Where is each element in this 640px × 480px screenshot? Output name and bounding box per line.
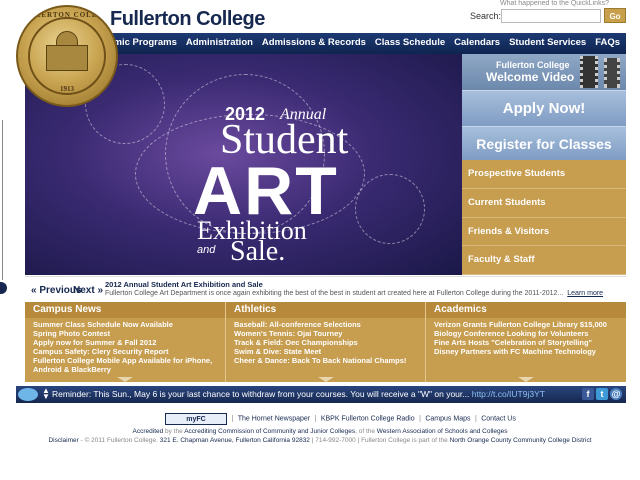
footer-links: myFC | The Hornet Newspaper | KBPK Fulle…	[165, 410, 516, 428]
legal-line: Disclaimer - © 2011 Fullerton College. 3…	[48, 437, 592, 444]
hornet-newspaper-link[interactable]: The Hornet Newspaper	[238, 415, 310, 422]
news-item[interactable]: Fine Arts Hosts "Celebration of Storytel…	[434, 338, 618, 347]
news-item[interactable]: Disney Partners with FC Machine Technolo…	[434, 347, 618, 356]
brand-title[interactable]: Fullerton College	[110, 8, 265, 31]
college-seal-logo[interactable]: FULLERTON COLLEGE 1913	[16, 5, 118, 107]
news-item[interactable]: Campus Safety: Clery Security Report	[33, 347, 217, 356]
nav-faqs[interactable]: FAQs	[595, 37, 620, 48]
scroll-down-arrow-icon[interactable]	[518, 377, 534, 382]
nav-admissions-records[interactable]: Admissions & Records	[262, 37, 366, 48]
footer-separator: |	[474, 415, 477, 423]
hero-swirl-decoration	[355, 174, 425, 244]
news-item[interactable]: Women's Tennis: Ojai Tourney	[234, 329, 417, 338]
accredited-link[interactable]: Accredited	[133, 428, 164, 435]
search-input[interactable]	[501, 9, 601, 23]
news-item[interactable]: Baseball: All-conference Selections	[234, 320, 417, 329]
learn-more-link[interactable]: Learn more	[567, 290, 603, 297]
quicklinks-link[interactable]: What happened to the QuickLinks?	[500, 0, 609, 7]
ticker-arrows-icon[interactable]: ▲ ▼	[42, 387, 50, 401]
seal-building	[46, 45, 88, 71]
campus-news-heading[interactable]: Campus News	[25, 302, 225, 318]
news-item[interactable]: Cheer & Dance: Back To Back National Cha…	[234, 356, 417, 365]
accredited-by-text: by the	[165, 428, 183, 435]
nav-administration[interactable]: Administration	[186, 37, 253, 48]
academics-heading[interactable]: Academics	[426, 302, 626, 318]
accrediting-commission-link[interactable]: Accrediting Commission of Community and …	[184, 428, 355, 435]
athletics-column: Athletics Baseball: All-conference Selec…	[226, 302, 425, 382]
news-item[interactable]: Summer Class Schedule Now Available	[33, 320, 217, 329]
kbpk-radio-link[interactable]: KBPK Fullerton College Radio	[321, 415, 415, 422]
tweet-message: Reminder: This Sun., May 6 is your last …	[52, 389, 470, 399]
district-prefix-text: Fullerton College is part of the	[361, 437, 448, 444]
register-classes-button[interactable]: Register for Classes	[462, 126, 626, 160]
hero-sale: Sale.	[230, 236, 286, 267]
page: FULLERTON COLLEGE 1913 Fullerton College…	[0, 0, 640, 480]
phone-text: 714-992-7000	[315, 437, 356, 444]
hero-and: and	[197, 244, 216, 256]
news-item[interactable]: Biology Conference Looking for Volunteer…	[434, 329, 618, 338]
twitter-ticker: ▲ ▼ Reminder: This Sun., May 6 is your la…	[16, 386, 626, 403]
apply-now-button[interactable]: Apply Now!	[462, 90, 626, 126]
slide-caption: « Previous Next » 2012 Annual Student Ar…	[25, 276, 626, 301]
news-item[interactable]: Apply now for Summer & Fall 2012	[33, 338, 217, 347]
slide-description-text: Fullerton College Art Department is once…	[105, 290, 564, 297]
western-association-link[interactable]: Western Association of Schools and Colle…	[377, 428, 508, 435]
campus-news-column: Campus News Summer Class Schedule Now Av…	[25, 302, 225, 382]
right-panel: Fullerton College Welcome Video Apply No…	[462, 54, 626, 275]
district-link[interactable]: North Orange County Community College Di…	[450, 437, 592, 444]
nav-student-services[interactable]: Student Services	[509, 37, 586, 48]
footer-separator: |	[314, 415, 317, 423]
audience-prospective-students[interactable]: Prospective Students	[462, 160, 626, 189]
contact-us-link[interactable]: Contact Us	[481, 415, 516, 422]
news-item[interactable]: Spring Photo Contest	[33, 329, 217, 338]
twitter-icon[interactable]: t	[596, 388, 608, 400]
slide-title[interactable]: 2012 Annual Student Art Exhibition and S…	[105, 280, 263, 289]
side-scroll-line	[2, 120, 3, 280]
welcome-video-button[interactable]: Fullerton College Welcome Video	[462, 54, 626, 90]
scroll-down-arrow-icon[interactable]	[317, 377, 334, 382]
news-item[interactable]: Track & Field: Oec Championships	[234, 338, 417, 347]
twitter-bird-icon[interactable]	[18, 388, 38, 401]
welcome-line1: Fullerton College	[496, 60, 570, 70]
news-item[interactable]: Swim & Dive: State Meet	[234, 347, 417, 356]
film-strip-icon	[580, 56, 598, 88]
audience-friends-visitors[interactable]: Friends & Visitors	[462, 218, 626, 247]
myfc-button[interactable]: myFC	[165, 412, 227, 425]
slide-next-button[interactable]: Next »	[73, 285, 103, 296]
audience-list: Prospective Students Current Students Fr…	[462, 160, 626, 275]
nav-calendars[interactable]: Calendars	[454, 37, 500, 48]
campus-maps-link[interactable]: Campus Maps	[425, 415, 470, 422]
welcome-line2: Welcome Video	[486, 70, 575, 84]
email-icon[interactable]: @	[610, 388, 622, 400]
tweet-link[interactable]: http://t.co/IUT9j3YT	[472, 389, 545, 399]
academics-column: Academics Verizon Grants Fullerton Colle…	[426, 302, 626, 382]
news-item[interactable]: Verizon Grants Fullerton College Library…	[434, 320, 618, 329]
seal-top-text: FULLERTON COLLEGE	[18, 11, 116, 19]
film-strip-icon	[604, 58, 620, 88]
audience-faculty-staff[interactable]: Faculty & Staff	[462, 246, 626, 275]
disclaimer-link[interactable]: Disclaimer	[48, 437, 78, 444]
slide-description: Fullerton College Art Department is once…	[105, 290, 603, 297]
footer-separator: |	[231, 415, 234, 423]
copyright-text: - © 2011 Fullerton College	[80, 437, 157, 444]
of-the-text: , of the	[355, 428, 375, 435]
news-item[interactable]: Fullerton College Mobile App Available f…	[33, 356, 217, 365]
search-go-button[interactable]: Go	[604, 8, 626, 23]
news-item[interactable]: Android & BlackBerry	[33, 365, 217, 374]
tweet-text: Reminder: This Sun., May 6 is your last …	[52, 389, 545, 399]
audience-current-students[interactable]: Current Students	[462, 189, 626, 218]
seal-year: 1913	[60, 85, 74, 93]
athletics-heading[interactable]: Athletics	[226, 302, 425, 318]
scroll-down-arrow-icon[interactable]	[117, 377, 133, 382]
facebook-icon[interactable]: f	[582, 388, 594, 400]
side-toggle-button[interactable]	[0, 282, 7, 294]
news-columns: Campus News Summer Class Schedule Now Av…	[25, 302, 626, 382]
address-link[interactable]: 321 E. Chapman Avenue, Fullerton Califor…	[160, 437, 310, 444]
search-label: Search:	[470, 11, 502, 21]
nav-class-schedule[interactable]: Class Schedule	[375, 37, 445, 48]
accreditation-line: Accredited by the Accrediting Commission…	[0, 428, 640, 435]
footer-separator: |	[419, 415, 421, 423]
